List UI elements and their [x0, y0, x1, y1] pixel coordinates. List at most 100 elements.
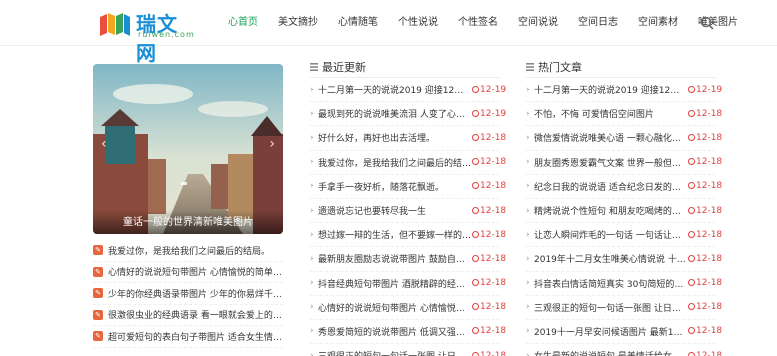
article-date: 12-18 [472, 133, 506, 143]
nav-item-3[interactable]: 个性说说 [388, 0, 448, 46]
chevron-right-icon: › [526, 278, 530, 289]
chevron-right-icon: › [310, 350, 314, 356]
date-text: 12-18 [480, 302, 507, 313]
article-row[interactable]: › 2019年十二月女生唯美心情说说 十二月你... 12-18 [526, 247, 722, 272]
article-title: 精烤说说个性短句 和朋友吃喝烤的心情说说 [534, 207, 688, 218]
chevron-right-icon: › [310, 157, 314, 168]
date-text: 12-19 [696, 84, 723, 95]
date-text: 12-18 [480, 157, 507, 168]
chevron-right-icon: › [310, 132, 314, 143]
date-text: 12-18 [480, 278, 507, 289]
article-title: 三观很正的短句一句话一张图 让日子慢过... [534, 303, 688, 314]
article-row[interactable]: › 抖音表白情话简短真实 30句简短的表白... 12-18 [526, 272, 722, 296]
article-icon: ✎ [93, 245, 103, 256]
clock-icon [688, 133, 695, 141]
article-date: 12-18 [688, 351, 722, 356]
clock-icon [688, 303, 695, 311]
article-row[interactable]: › 三观很正的短句一句话一张图 让日子慢过... 12-18 [526, 296, 722, 320]
slide-caption[interactable]: 童话一般的世界清新唯美图片 [93, 210, 283, 234]
clock-icon [472, 133, 479, 141]
article-date: 12-18 [472, 230, 506, 240]
article-row[interactable]: › 手拿手一夜好析，随落花飘逝。 12-18 [310, 175, 506, 199]
nav-item-6[interactable]: 空间日志 [568, 0, 628, 46]
article-row[interactable]: › 精烤说说个性短句 和朋友吃喝烤的心情说说 12-18 [526, 199, 722, 224]
list-item[interactable]: ✎ 我爱过你，是我给我们之间最后的结局。 [93, 240, 283, 262]
list-item[interactable]: ✎ 心情好的说说短句带图片 心情愉悦的简单说说 [93, 262, 283, 283]
article-title: 最新朋友圈励志说说带图片 鼓励自己努力... [318, 255, 472, 266]
clock-icon [688, 206, 695, 214]
chevron-right-icon: › [310, 84, 314, 95]
date-text: 12-18 [480, 326, 507, 337]
article-title: 想过嫁一辩的生活，但不要嫁一样的结局... [318, 231, 472, 242]
article-date: 12-18 [688, 181, 722, 191]
article-title: 十二月第一天的说说2019 迎接12月的说说 [534, 86, 688, 97]
list-item[interactable]: ✎ 少年的你经典语录带图片 少年的你易烊千玺台词 [93, 283, 283, 305]
article-title: 2019年十二月女生唯美心情说说 十二月你... [534, 255, 688, 266]
article-row[interactable]: › 2019十一月早安问候语图片 最新11月... 12-18 [526, 320, 722, 345]
article-title: 我爱过你，是我给我们之间最后的结局。 [318, 158, 472, 169]
nav-item-2[interactable]: 心情随笔 [328, 0, 388, 46]
article-date: 12-18 [688, 206, 722, 216]
article-row[interactable]: › 让恋人瞬间炸毛的一句话 一句话让对象生气翻脸 12-18 [526, 223, 722, 248]
chevron-right-icon: › [526, 181, 530, 192]
search-icon[interactable] [700, 16, 714, 30]
article-row[interactable]: › 心情好的说说短句带图片 心情愉悦的简单... 12-18 [310, 296, 506, 320]
article-row[interactable]: › 最现到死的说说唯美流泪 人变了心意而无信 12-19 [310, 102, 506, 127]
date-text: 12-18 [696, 229, 723, 240]
clock-icon [688, 279, 695, 287]
featured-slider[interactable]: ‹ › 童话一般的世界清新唯美图片 [93, 64, 283, 234]
nav-item-5[interactable]: 空间说说 [508, 0, 568, 46]
date-text: 12-18 [480, 132, 507, 143]
nav-item-7[interactable]: 空间素材 [628, 0, 688, 46]
article-row[interactable]: › 三观很正的短句一句话一张图 让日子慢过... 12-18 [310, 344, 506, 356]
list-item[interactable]: ✎ 超可爱短句的表白句子带图片 适合女生情侣说说 [93, 326, 283, 348]
chevron-right-icon: › [526, 205, 530, 216]
article-row[interactable]: › 女生最新的说说短句 最美情话给女朋友 12-18 [526, 344, 722, 356]
article-title: 最现到死的说说唯美流泪 人变了心意而无信 [318, 110, 472, 121]
chevron-right-icon: › [310, 229, 314, 240]
chevron-right-icon: › [526, 132, 530, 143]
book-logo-icon [100, 13, 130, 36]
nav-item-8[interactable]: 唯美图片 [688, 0, 748, 46]
article-row[interactable]: › 抖音经典短句带图片 酒脱精辟的经典说说 12-18 [310, 272, 506, 296]
nav-item-4[interactable]: 个性签名 [448, 0, 508, 46]
clock-icon [472, 182, 479, 190]
chevron-right-icon: › [310, 253, 314, 264]
article-row[interactable]: › 微信爱情说说唯美心语 一颗心融化的幸福爱... 12-18 [526, 126, 722, 151]
date-text: 12-18 [480, 253, 507, 264]
article-title: 秀恩爱简短的说说带图片 低调又强势的秀... [318, 327, 472, 338]
article-row[interactable]: › 十二月第一天的说说2019 迎接12月的说... 12-19 [310, 78, 506, 103]
article-row[interactable]: › 不怕，不悔 可爱情侣空间图片 12-18 [526, 102, 722, 127]
chevron-right-icon: › [526, 108, 530, 119]
article-row[interactable]: › 十二月第一天的说说2019 迎接12月的说说 12-19 [526, 78, 722, 103]
article-row[interactable]: › 秀恩爱简短的说说带图片 低调又强势的秀... 12-18 [310, 320, 506, 345]
article-row[interactable]: › 朋友圈秀恩爱霸气文案 世界一般但你超值 12-18 [526, 151, 722, 175]
chevron-right-icon: › [526, 326, 530, 337]
slide-next-button[interactable]: › [269, 136, 275, 152]
article-row[interactable]: › 最新朋友圈励志说说带图片 鼓励自己努力... 12-18 [310, 247, 506, 272]
section-title: 最近更新 [322, 60, 366, 74]
article-row[interactable]: › 想过嫁一辩的生活，但不要嫁一样的结局... 12-18 [310, 223, 506, 248]
article-row[interactable]: › 我爱过你，是我给我们之间最后的结局。 12-18 [310, 151, 506, 175]
clock-icon [472, 327, 479, 335]
date-text: 12-18 [696, 108, 723, 119]
article-title: 朋友圈秀恩爱霸气文案 世界一般但你超值 [534, 158, 688, 169]
list-item[interactable]: ✎ 很激很虫业的经典语录 看一眼就会爱上的激句子 [93, 305, 283, 326]
article-row[interactable]: › 好什么好，再好也出去活埋。 12-18 [310, 126, 506, 151]
article-date: 12-18 [688, 157, 722, 167]
article-row[interactable]: › 遗遗说忘记也要转尽我一生 12-18 [310, 199, 506, 224]
nav-item-0[interactable]: 心首页 [218, 0, 268, 46]
article-title: 2019十一月早安问候语图片 最新11月... [534, 327, 688, 338]
article-title: 心情好的说说短句带图片 心情愉悦的简单... [318, 303, 472, 314]
slide-prev-button[interactable]: ‹ [101, 136, 107, 152]
date-text: 12-19 [480, 84, 507, 95]
article-row[interactable]: › 纪念日我的说说语 适合纪念日发的甜蜜说说 12-18 [526, 175, 722, 199]
chevron-right-icon: › [526, 302, 530, 313]
clock-icon [688, 85, 695, 93]
article-date: 12-18 [688, 302, 722, 312]
main-nav: 心首页 美文摘抄 心情随笔 个性说说 个性签名 空间说说 空间日志 空间素材 唯美图片 [218, 0, 748, 46]
list-item-title: 少年的你经典语录带图片 少年的你易烊千玺台词 [108, 289, 283, 300]
article-date: 12-18 [472, 302, 506, 312]
site-logo[interactable]: 瑞文网 ruiwen.com [98, 8, 198, 65]
nav-item-1[interactable]: 美文摘抄 [268, 0, 328, 46]
